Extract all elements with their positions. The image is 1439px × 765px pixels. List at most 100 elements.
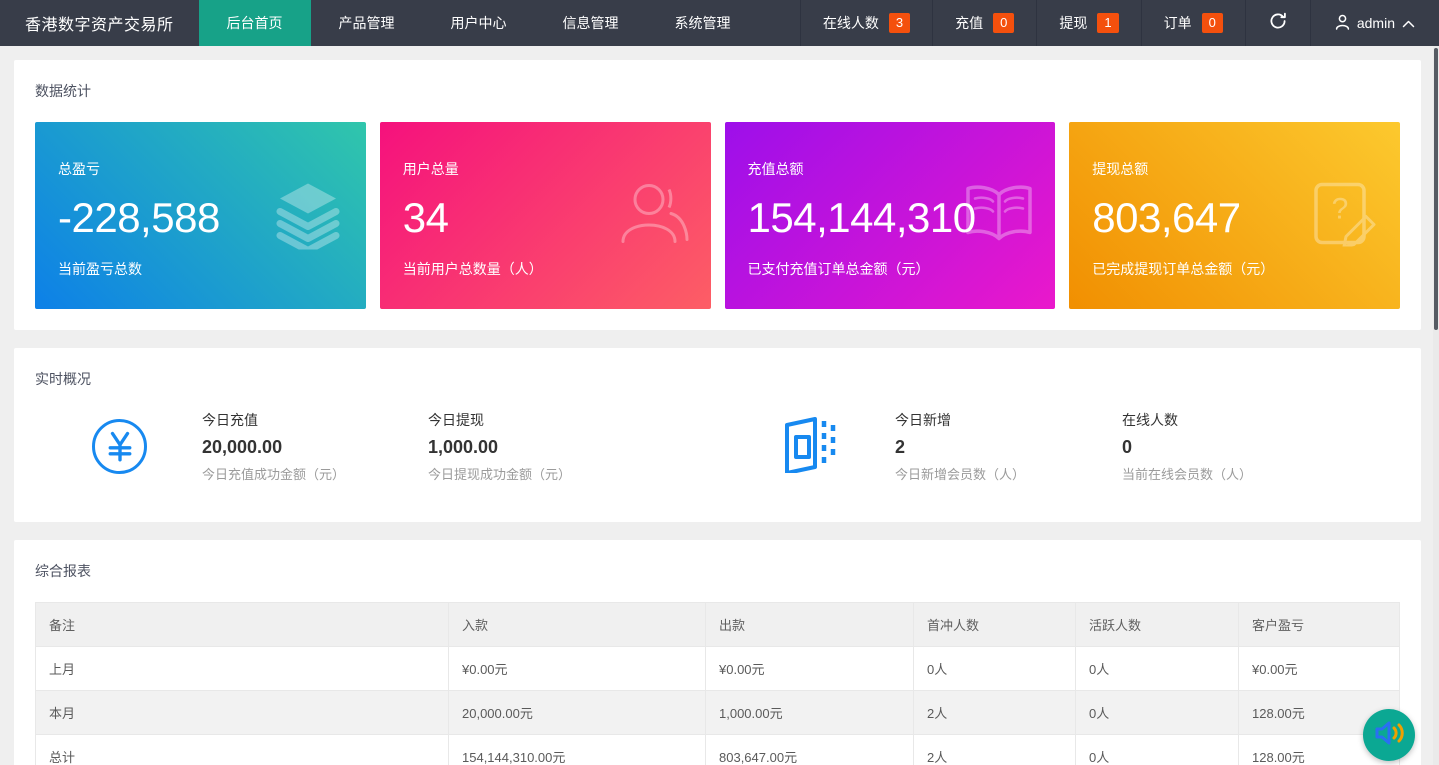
total-recharge-card[interactable]: 充值总额 154,144,310 已支付充值订单总金额（元）: [725, 122, 1056, 309]
report-title: 综合报表: [35, 561, 1400, 581]
main-menu: 后台首页 产品管理 用户中心 信息管理 系统管理: [199, 0, 759, 46]
col-deposit: 入款: [449, 603, 706, 647]
user-icon: [1335, 14, 1350, 33]
col-first-deposit-users: 首冲人数: [914, 603, 1076, 647]
nav-orders-label: 订单: [1164, 13, 1192, 33]
withdraw-badge: 1: [1097, 13, 1118, 33]
cell: 2人: [914, 735, 1076, 765]
nav-online-count[interactable]: 在线人数 3: [800, 0, 932, 46]
speaker-icon: [1374, 719, 1404, 752]
table-row-this-month: 本月 20,000.00元 1,000.00元 2人 0人 128.00元: [36, 691, 1400, 735]
cell: 20,000.00元: [449, 691, 706, 735]
today-new-value: 2: [895, 437, 1122, 458]
today-withdraw-desc: 今日提现成功金额（元）: [428, 464, 783, 483]
cell: 0人: [1076, 647, 1239, 691]
menu-item-products[interactable]: 产品管理: [311, 0, 423, 46]
cell: 2人: [914, 691, 1076, 735]
card-label: 充值总额: [748, 159, 1033, 179]
scrollbar-thumb[interactable]: [1434, 48, 1438, 330]
overview-row: 今日充值 20,000.00 今日充值成功金额（元） 今日提现 1,000.00…: [35, 410, 1400, 483]
menu-item-system[interactable]: 系统管理: [647, 0, 759, 46]
online-count-badge: 3: [889, 13, 910, 33]
users-icon: [621, 181, 691, 250]
report-table: 备注 入款 出款 首冲人数 活跃人数 客户盈亏 上月 ¥0.00元 ¥0.00元…: [35, 602, 1400, 765]
nav-online-label: 在线人数: [823, 13, 879, 33]
online-members-value: 0: [1122, 437, 1252, 458]
cell: 803,647.00元: [706, 735, 914, 765]
today-withdraw-value: 1,000.00: [428, 437, 783, 458]
today-withdraw-block: 今日提现 1,000.00 今日提现成功金额（元）: [428, 410, 783, 483]
today-recharge-desc: 今日充值成功金额（元）: [202, 464, 428, 483]
card-desc: 当前用户总数量（人）: [403, 259, 688, 279]
today-withdraw-label: 今日提现: [428, 410, 783, 430]
col-remark: 备注: [36, 603, 449, 647]
admin-dropdown[interactable]: admin: [1310, 0, 1439, 46]
card-desc: 已完成提现订单总金额（元）: [1092, 259, 1377, 279]
cell: 上月: [36, 647, 449, 691]
open-book-icon: [963, 182, 1035, 249]
total-pnl-card[interactable]: 总盈亏 -228,588 当前盈亏总数: [35, 122, 366, 309]
col-active-users: 活跃人数: [1076, 603, 1239, 647]
realtime-title: 实时概况: [35, 369, 1400, 389]
today-recharge-label: 今日充值: [202, 410, 428, 430]
realtime-panel: 实时概况 今日充值 20,000.00 今日充值成功金额（元） 今日提现 1,0…: [14, 348, 1421, 522]
report-header-row: 备注 入款 出款 首冲人数 活跃人数 客户盈亏: [36, 603, 1400, 647]
cell: 154,144,310.00元: [449, 735, 706, 765]
cell: 0人: [914, 647, 1076, 691]
cell: ¥0.00元: [449, 647, 706, 691]
online-members-label: 在线人数: [1122, 410, 1252, 430]
brand-title: 香港数字资产交易所: [0, 0, 199, 46]
statistics-title: 数据统计: [35, 81, 1400, 101]
stat-cards: 总盈亏 -228,588 当前盈亏总数 用户总量 34 当前用户总数量（人）: [35, 122, 1400, 309]
admin-username: admin: [1357, 15, 1395, 31]
top-navbar: 香港数字资产交易所 后台首页 产品管理 用户中心 信息管理 系统管理 在线人数 …: [0, 0, 1439, 46]
refresh-button[interactable]: [1245, 0, 1310, 46]
menu-item-information[interactable]: 信息管理: [535, 0, 647, 46]
total-users-card[interactable]: 用户总量 34 当前用户总数量（人）: [380, 122, 711, 309]
cell: ¥0.00元: [1239, 647, 1400, 691]
cell: 总计: [36, 735, 449, 765]
cell: 0人: [1076, 735, 1239, 765]
menu-item-users[interactable]: 用户中心: [423, 0, 535, 46]
today-recharge-block: 今日充值 20,000.00 今日充值成功金额（元）: [202, 410, 428, 483]
cell: 0人: [1076, 691, 1239, 735]
nav-orders[interactable]: 订单 0: [1141, 0, 1245, 46]
recharge-badge: 0: [993, 13, 1014, 33]
report-panel: 综合报表 备注 入款 出款 首冲人数 活跃人数 客户盈亏 上月 ¥0.: [14, 540, 1421, 765]
nav-withdraw[interactable]: 提现 1: [1036, 0, 1140, 46]
main-content: 数据统计 总盈亏 -228,588 当前盈亏总数 用户总量 34: [0, 46, 1439, 765]
navbar-right: 在线人数 3 充值 0 提现 1 订单 0: [800, 0, 1439, 46]
orders-badge: 0: [1202, 13, 1223, 33]
card-label: 用户总量: [403, 159, 688, 179]
statistics-panel: 数据统计 总盈亏 -228,588 当前盈亏总数 用户总量 34: [14, 60, 1421, 330]
nav-recharge-label: 充值: [955, 13, 983, 33]
today-new-block: 今日新增 2 今日新增会员数（人）: [895, 410, 1122, 483]
new-members-door-icon: [783, 415, 837, 478]
card-desc: 已支付充值订单总金额（元）: [748, 259, 1033, 279]
refresh-icon: [1269, 12, 1287, 35]
yen-circle-icon: [92, 419, 147, 474]
today-new-label: 今日新增: [895, 410, 1122, 430]
col-withdraw: 出款: [706, 603, 914, 647]
online-members-desc: 当前在线会员数（人）: [1122, 464, 1252, 483]
card-desc: 当前盈亏总数: [58, 259, 343, 279]
layers-icon: [270, 177, 346, 254]
vertical-scrollbar[interactable]: [1433, 46, 1439, 765]
table-row-last-month: 上月 ¥0.00元 ¥0.00元 0人 0人 ¥0.00元: [36, 647, 1400, 691]
today-new-desc: 今日新增会员数（人）: [895, 464, 1122, 483]
table-row-total: 总计 154,144,310.00元 803,647.00元 2人 0人 128…: [36, 735, 1400, 765]
card-label: 总盈亏: [58, 159, 343, 179]
card-label: 提现总额: [1092, 159, 1377, 179]
svg-text:?: ?: [1332, 192, 1349, 225]
nav-withdraw-label: 提现: [1059, 13, 1087, 33]
total-withdraw-card[interactable]: 提现总额 803,647 已完成提现订单总金额（元） ?: [1069, 122, 1400, 309]
chevron-up-icon: [1402, 15, 1415, 31]
nav-recharge[interactable]: 充值 0: [932, 0, 1036, 46]
col-customer-pnl: 客户盈亏: [1239, 603, 1400, 647]
cell: ¥0.00元: [706, 647, 914, 691]
audio-notification-button[interactable]: [1363, 709, 1415, 761]
cell: 1,000.00元: [706, 691, 914, 735]
online-members-block: 在线人数 0 当前在线会员数（人）: [1122, 410, 1252, 483]
menu-item-dashboard[interactable]: 后台首页: [199, 0, 311, 46]
cell: 本月: [36, 691, 449, 735]
